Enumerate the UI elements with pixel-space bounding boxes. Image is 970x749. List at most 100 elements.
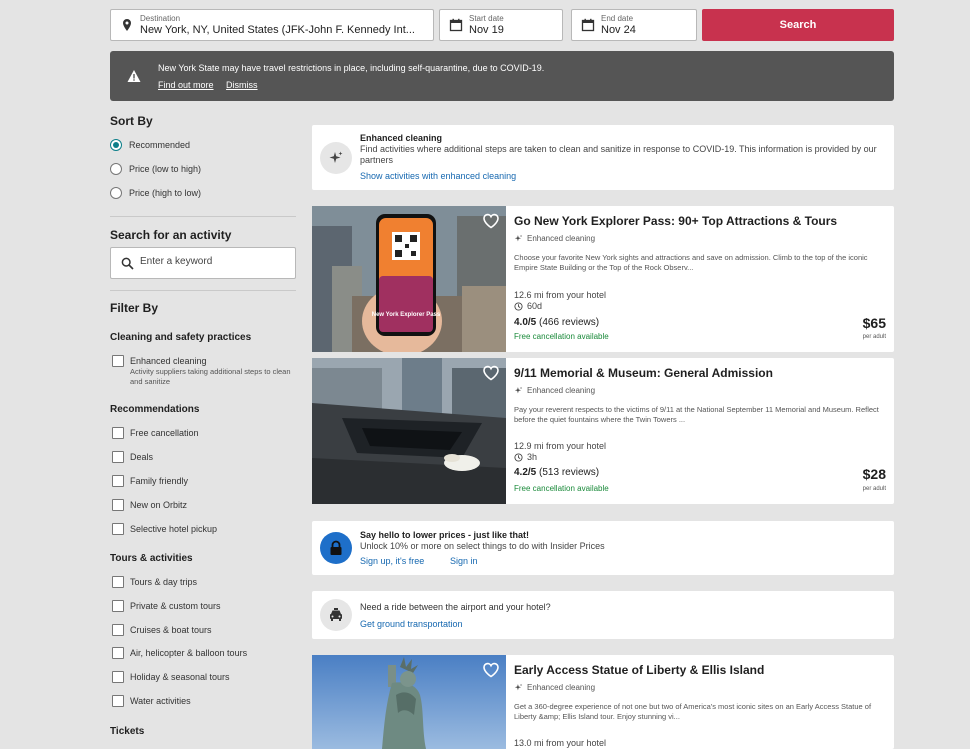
sort-option-label: Price (high to low) xyxy=(129,188,202,198)
filter-description: Activity suppliers taking additional ste… xyxy=(130,367,291,386)
filter-label: Water activities xyxy=(130,696,191,706)
checkbox[interactable] xyxy=(112,647,124,659)
filter-private-tours[interactable]: Private & custom tours xyxy=(112,600,221,612)
filter-family-friendly[interactable]: Family friendly xyxy=(112,475,188,487)
sort-option-price-high-low[interactable]: Price (high to low) xyxy=(110,187,201,199)
checkbox[interactable] xyxy=(112,451,124,463)
review-count: (513 reviews) xyxy=(539,467,600,478)
signin-link[interactable]: Sign in xyxy=(450,556,478,566)
show-enhanced-link[interactable]: Show activities with enhanced cleaning xyxy=(360,171,516,181)
checkbox[interactable] xyxy=(112,600,124,612)
filter-air-tours[interactable]: Air, helicopter & balloon tours xyxy=(112,647,247,659)
activity-distance: 12.6 mi from your hotel xyxy=(514,290,607,300)
signup-link[interactable]: Sign up, it's free xyxy=(360,556,424,566)
checkbox[interactable] xyxy=(112,427,124,439)
ground-text: Need a ride between the airport and your… xyxy=(360,602,551,612)
tickets-heading: Tickets xyxy=(110,726,145,737)
duration-value: 60d xyxy=(527,301,543,311)
clock-icon xyxy=(514,452,523,462)
sparkle-icon xyxy=(320,142,352,174)
filter-label: Tours & day trips xyxy=(130,577,198,587)
radio[interactable] xyxy=(110,163,122,175)
image-caption-text: New York Explorer Pass xyxy=(372,312,441,318)
heart-icon[interactable] xyxy=(482,212,500,230)
enhanced-cleaning-badge: Enhanced cleaning xyxy=(514,234,595,243)
activity-rating: 4.2/5 (513 reviews) xyxy=(514,467,599,478)
enhanced-cleaning-badge: Enhanced cleaning xyxy=(514,386,595,395)
activity-image xyxy=(312,358,506,504)
price-per-label: per adult xyxy=(862,334,886,340)
enhanced-card-title: Enhanced cleaning xyxy=(360,133,443,143)
checkbox[interactable] xyxy=(112,475,124,487)
checkbox[interactable] xyxy=(112,355,124,367)
activity-title[interactable]: 9/11 Memorial & Museum: General Admissio… xyxy=(514,366,773,380)
destination-value: New York, NY, United States (JFK-John F.… xyxy=(140,24,415,36)
filter-free-cancellation[interactable]: Free cancellation xyxy=(112,427,199,439)
heart-icon[interactable] xyxy=(482,661,500,679)
recommendations-heading: Recommendations xyxy=(110,404,200,415)
dismiss-link[interactable]: Dismiss xyxy=(226,80,258,90)
checkbox[interactable] xyxy=(112,624,124,636)
activity-image xyxy=(312,655,506,749)
activity-card[interactable]: 9/11 Memorial & Museum: General Admissio… xyxy=(312,358,894,504)
keyword-input[interactable] xyxy=(140,256,290,267)
cleaning-heading: Cleaning and safety practices xyxy=(110,332,252,343)
checkbox[interactable] xyxy=(112,695,124,707)
insider-prices-card: Say hello to lower prices - just like th… xyxy=(312,521,894,575)
radio[interactable] xyxy=(110,187,122,199)
calendar-icon xyxy=(581,18,595,32)
start-date-field[interactable]: Start date Nov 19 xyxy=(439,9,563,41)
end-date-field[interactable]: End date Nov 24 xyxy=(571,9,697,41)
heart-icon[interactable] xyxy=(482,364,500,382)
destination-label: Destination xyxy=(140,14,181,23)
end-date-label: End date xyxy=(601,14,634,23)
activity-title[interactable]: Early Access Statue of Liberty & Ellis I… xyxy=(514,663,764,677)
activity-title[interactable]: Go New York Explorer Pass: 90+ Top Attra… xyxy=(514,214,837,228)
insider-title: Say hello to lower prices - just like th… xyxy=(360,530,530,540)
filter-enhanced-cleaning[interactable]: Enhanced cleaning xyxy=(112,355,207,367)
filter-tours-day-trips[interactable]: Tours & day trips xyxy=(112,576,197,588)
filter-water-activities[interactable]: Water activities xyxy=(112,695,191,707)
price-per-label: per adult xyxy=(862,486,886,492)
start-date-label: Start date xyxy=(469,14,504,23)
divider xyxy=(110,290,296,291)
filter-new-on-orbitz[interactable]: New on Orbitz xyxy=(112,499,187,511)
checkbox[interactable] xyxy=(112,671,124,683)
sort-option-recommended[interactable]: Recommended xyxy=(110,139,190,151)
filter-holiday-tours[interactable]: Holiday & seasonal tours xyxy=(112,671,230,683)
sort-option-price-low-high[interactable]: Price (low to high) xyxy=(110,163,201,175)
checkbox[interactable] xyxy=(112,576,124,588)
covid-banner: New York State may have travel restricti… xyxy=(110,51,894,101)
activity-description: Pay your reverent respects to the victim… xyxy=(514,405,879,424)
filter-label: Family friendly xyxy=(130,476,189,486)
rating-score: 4.2/5 xyxy=(514,467,537,478)
filter-label: New on Orbitz xyxy=(130,500,188,510)
clock-icon xyxy=(514,301,523,311)
free-cancellation-text: Free cancellation available xyxy=(514,332,609,341)
sparkle-icon xyxy=(514,683,523,691)
filter-label: Enhanced cleaning xyxy=(130,356,207,366)
filter-heading: Filter By xyxy=(110,301,159,315)
review-count: (466 reviews) xyxy=(539,317,600,328)
ground-transport-link[interactable]: Get ground transportation xyxy=(360,619,463,629)
radio-selected[interactable] xyxy=(110,139,122,151)
filter-cruises[interactable]: Cruises & boat tours xyxy=(112,624,212,636)
keyword-search[interactable] xyxy=(110,247,296,279)
activity-card[interactable]: Early Access Statue of Liberty & Ellis I… xyxy=(312,655,894,749)
badge-label: Enhanced cleaning xyxy=(527,386,596,395)
activity-card[interactable]: New York Explorer Pass Go New York Explo… xyxy=(312,206,894,352)
sort-option-label: Recommended xyxy=(129,140,191,150)
activity-price: $28 xyxy=(862,466,886,482)
filter-label: Free cancellation xyxy=(130,428,199,438)
filter-hotel-pickup[interactable]: Selective hotel pickup xyxy=(112,523,217,535)
checkbox[interactable] xyxy=(112,523,124,535)
checkbox[interactable] xyxy=(112,499,124,511)
duration-value: 3h xyxy=(527,452,538,462)
enhanced-cleaning-badge: Enhanced cleaning xyxy=(514,683,595,692)
destination-field[interactable]: Destination New York, NY, United States … xyxy=(110,9,434,41)
search-button[interactable]: Search xyxy=(702,9,894,41)
taxi-icon xyxy=(320,599,352,631)
find-out-more-link[interactable]: Find out more xyxy=(158,80,214,90)
divider xyxy=(110,216,296,217)
filter-deals[interactable]: Deals xyxy=(112,451,153,463)
